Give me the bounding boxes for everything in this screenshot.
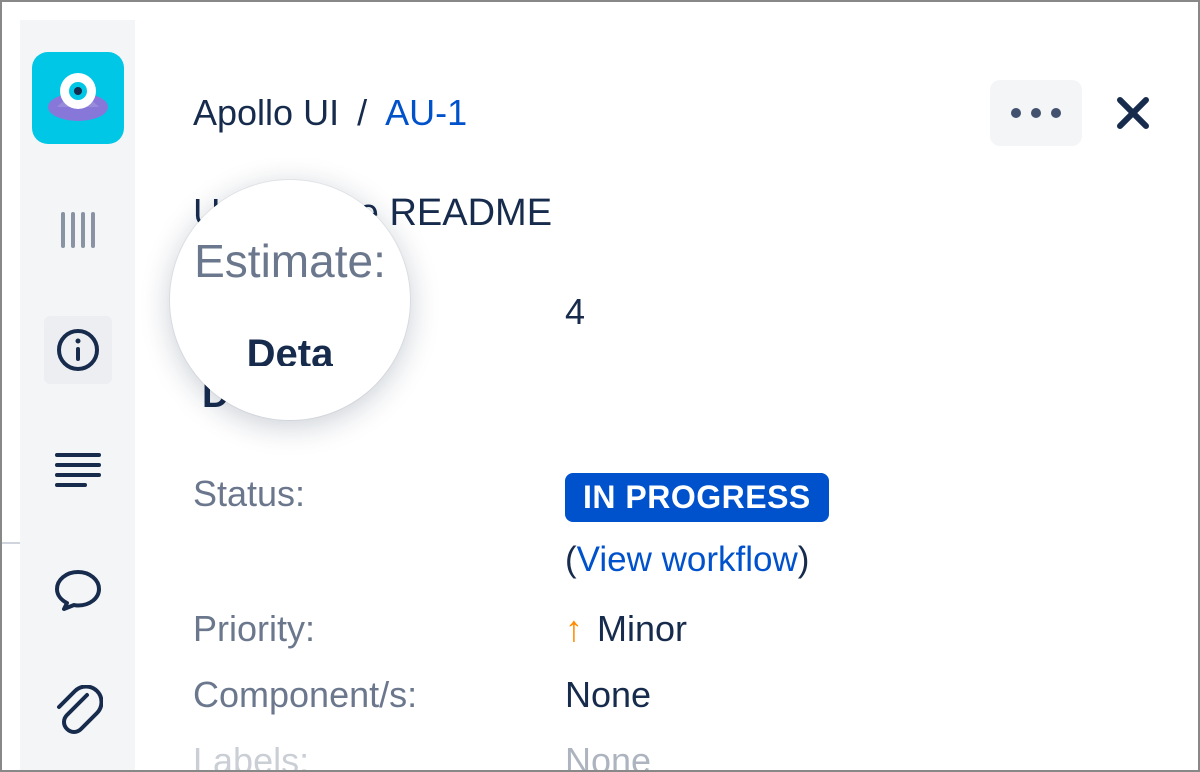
project-avatar[interactable] xyxy=(32,52,124,144)
nav-item-drag-icon[interactable] xyxy=(44,196,112,264)
divider xyxy=(2,542,20,544)
priority-minor-icon: ↑ xyxy=(565,608,583,650)
workflow-link-wrap: (View workflow) xyxy=(565,540,809,580)
nav-item-description-icon[interactable] xyxy=(44,436,112,504)
status-label: Status: xyxy=(193,473,565,522)
sidebar xyxy=(20,20,135,770)
workflow-post: ) xyxy=(798,540,810,579)
obscured-section-heading: D xyxy=(202,374,229,417)
components-label: Component/s: xyxy=(193,674,565,716)
header-actions xyxy=(990,80,1156,146)
breadcrumb-project[interactable]: Apollo UI xyxy=(193,92,339,134)
issue-title[interactable]: Update the README xyxy=(193,192,1156,235)
issue-panel: Apollo UI / AU-1 Update the README Estim… xyxy=(135,20,1180,770)
labels-row: Labels: None xyxy=(193,740,1156,772)
workflow-row: (View workflow) xyxy=(193,522,1156,580)
panel-header: Apollo UI / AU-1 xyxy=(193,80,1156,146)
nav-item-attachments-icon[interactable] xyxy=(44,676,112,744)
more-actions-button[interactable] xyxy=(990,80,1082,146)
priority-text: Minor xyxy=(597,608,687,650)
workflow-pre: ( xyxy=(565,540,577,579)
status-row: Status: IN PROGRESS xyxy=(193,473,1156,522)
close-icon xyxy=(1115,95,1151,131)
priority-label: Priority: xyxy=(193,608,565,650)
breadcrumb-separator: / xyxy=(357,92,367,134)
status-badge[interactable]: IN PROGRESS xyxy=(565,473,829,522)
estimate-row: Estimate: 4 xyxy=(193,291,1156,333)
more-icon xyxy=(1009,106,1063,120)
breadcrumb: Apollo UI / AU-1 xyxy=(193,92,467,134)
window-frame: Apollo UI / AU-1 Update the README Estim… xyxy=(0,0,1200,772)
close-button[interactable] xyxy=(1110,90,1156,136)
components-value[interactable]: None xyxy=(565,674,651,716)
workflow-spacer xyxy=(193,522,565,580)
labels-value[interactable]: None xyxy=(565,740,651,772)
nav-item-comments-icon[interactable] xyxy=(44,556,112,624)
priority-row: Priority: ↑ Minor xyxy=(193,608,1156,650)
view-workflow-link[interactable]: View workflow xyxy=(577,540,798,579)
estimate-value[interactable]: 4 xyxy=(565,291,585,333)
labels-label: Labels: xyxy=(193,740,565,772)
components-row: Component/s: None xyxy=(193,674,1156,716)
breadcrumb-issue-link[interactable]: AU-1 xyxy=(385,92,467,134)
estimate-label: Estimate: xyxy=(193,291,565,333)
ufo-icon xyxy=(43,63,113,133)
nav-item-info-icon[interactable] xyxy=(44,316,112,384)
priority-value[interactable]: ↑ Minor xyxy=(565,608,687,650)
status-value: IN PROGRESS xyxy=(565,473,829,522)
